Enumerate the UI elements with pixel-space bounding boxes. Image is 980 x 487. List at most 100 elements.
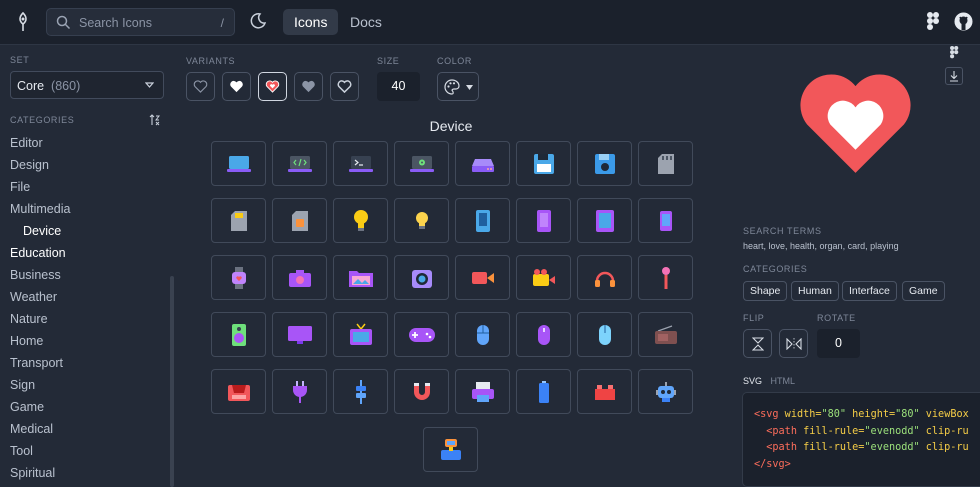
code-tabs: SVG HTML xyxy=(743,376,801,386)
variant-color-button[interactable] xyxy=(258,72,287,101)
search-shortcut: / xyxy=(220,16,224,30)
category-item-device[interactable]: Device xyxy=(10,220,170,242)
headphones-icon[interactable] xyxy=(577,255,632,300)
tablet-icon[interactable] xyxy=(455,198,510,243)
sidebar-scrollbar[interactable] xyxy=(170,276,174,487)
photo-folder-icon[interactable] xyxy=(333,255,388,300)
printer-icon[interactable] xyxy=(455,369,510,414)
mouse-icon[interactable] xyxy=(455,312,510,357)
robot-icon[interactable] xyxy=(638,369,693,414)
sidebar: SET Core (860) CATEGORIES Editor Design … xyxy=(0,46,176,487)
category-item-education[interactable]: Education xyxy=(10,242,170,264)
camera-icon[interactable] xyxy=(272,255,327,300)
variant-gray-button[interactable] xyxy=(294,72,323,101)
polaroid-camera-icon[interactable] xyxy=(394,255,449,300)
laptop-terminal-icon[interactable] xyxy=(333,141,388,186)
plug-icon[interactable] xyxy=(272,369,327,414)
rotate-input[interactable]: 0 xyxy=(817,329,860,358)
movie-camera-icon[interactable] xyxy=(516,255,571,300)
battery-icon[interactable] xyxy=(516,369,571,414)
logo-icon[interactable] xyxy=(14,11,32,33)
flip-label: FLIP xyxy=(743,313,765,323)
category-item-medical[interactable]: Medical xyxy=(10,418,170,440)
lego-brick-icon[interactable] xyxy=(577,369,632,414)
search-icon xyxy=(56,15,71,30)
category-item-spiritual[interactable]: Spiritual xyxy=(10,462,170,484)
chip-human[interactable]: Human xyxy=(791,281,839,301)
category-item-home[interactable]: Home xyxy=(10,330,170,352)
tab-svg[interactable]: SVG xyxy=(743,376,762,386)
variant-solid-button[interactable] xyxy=(222,72,251,101)
heart-solid-icon xyxy=(230,80,243,93)
color-picker-button[interactable] xyxy=(437,72,479,101)
icon-grid xyxy=(211,141,693,473)
tablet-purple-icon[interactable] xyxy=(516,198,571,243)
tab-icons[interactable]: Icons xyxy=(283,9,339,35)
heart-color-icon xyxy=(265,80,280,93)
search-input[interactable]: Search Icons / xyxy=(46,8,235,36)
tab-docs[interactable]: Docs xyxy=(339,9,393,35)
figma-icon[interactable] xyxy=(927,12,940,31)
microphone-icon[interactable] xyxy=(638,255,693,300)
variant-line-button[interactable] xyxy=(330,72,359,101)
mouse-purple-icon[interactable] xyxy=(516,312,571,357)
category-item-design[interactable]: Design xyxy=(10,154,170,176)
search-terms-label: SEARCH TERMS xyxy=(743,226,822,236)
set-select[interactable]: Core (860) xyxy=(10,71,164,99)
printer-3d-icon[interactable] xyxy=(211,369,266,414)
category-item-nature[interactable]: Nature xyxy=(10,308,170,330)
category-item-business[interactable]: Business xyxy=(10,264,170,286)
category-item-transport[interactable]: Transport xyxy=(10,352,170,374)
category-item-editor[interactable]: Editor xyxy=(10,132,170,154)
category-list: Editor Design File Multimedia Device Edu… xyxy=(10,132,170,484)
github-icon[interactable] xyxy=(954,12,973,31)
smartphone-icon[interactable] xyxy=(638,198,693,243)
code-line: <path fill-rule="evenodd" clip-ru xyxy=(766,442,969,453)
floppy-disk-blue-icon[interactable] xyxy=(577,141,632,186)
flip-horizontal-button[interactable] xyxy=(779,329,808,358)
hard-drive-icon[interactable] xyxy=(455,141,510,186)
figma-icon[interactable] xyxy=(946,44,962,60)
category-item-multimedia[interactable]: Multimedia xyxy=(10,198,170,220)
sort-icon[interactable] xyxy=(149,114,161,126)
variant-outline-button[interactable] xyxy=(186,72,215,101)
code-block[interactable]: <svg width="80" height="80" viewBox <pat… xyxy=(742,392,980,487)
lightbulb-small-icon[interactable] xyxy=(394,198,449,243)
sd-card-small-icon[interactable] xyxy=(211,198,266,243)
laptop-code-icon[interactable] xyxy=(272,141,327,186)
lightbulb-icon[interactable] xyxy=(333,198,388,243)
laptop-settings-icon[interactable] xyxy=(394,141,449,186)
chip-game[interactable]: Game xyxy=(902,281,945,301)
plug-connector-icon[interactable] xyxy=(333,369,388,414)
category-item-tool[interactable]: Tool xyxy=(10,440,170,462)
monitor-icon[interactable] xyxy=(272,312,327,357)
size-input[interactable]: 40 xyxy=(377,72,420,101)
mouse-light-icon[interactable] xyxy=(577,312,632,357)
tv-icon[interactable] xyxy=(333,312,388,357)
ipad-icon[interactable] xyxy=(577,198,632,243)
smartwatch-icon[interactable] xyxy=(211,255,266,300)
chip-interface[interactable]: Interface xyxy=(842,281,897,301)
speaker-icon[interactable] xyxy=(211,312,266,357)
category-item-file[interactable]: File xyxy=(10,176,170,198)
moon-icon[interactable] xyxy=(249,12,267,30)
floppy-disk-icon[interactable] xyxy=(516,141,571,186)
chip-shape[interactable]: Shape xyxy=(743,281,788,301)
download-button[interactable] xyxy=(945,67,963,85)
magnet-icon[interactable] xyxy=(394,369,449,414)
laptop-icon[interactable] xyxy=(211,141,266,186)
video-camera-icon[interactable] xyxy=(455,255,510,300)
sim-card-icon[interactable] xyxy=(272,198,327,243)
heart-icon xyxy=(800,74,911,173)
heart-line-icon xyxy=(337,80,352,93)
category-item-sign[interactable]: Sign xyxy=(10,374,170,396)
flip-vertical-button[interactable] xyxy=(743,329,772,358)
category-item-weather[interactable]: Weather xyxy=(10,286,170,308)
category-item-game[interactable]: Game xyxy=(10,396,170,418)
gamepad-icon[interactable] xyxy=(394,312,449,357)
icon-categories-label: CATEGORIES xyxy=(743,264,808,274)
tab-html[interactable]: HTML xyxy=(771,376,796,386)
sd-card-icon[interactable] xyxy=(638,141,693,186)
vr-headset-icon[interactable] xyxy=(423,427,478,472)
radio-icon[interactable] xyxy=(638,312,693,357)
